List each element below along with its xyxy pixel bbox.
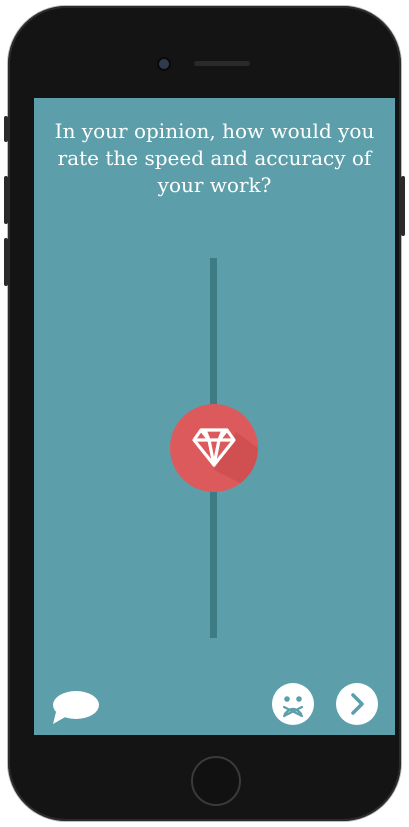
power-button bbox=[401, 176, 405, 236]
question-text: In your opinion, how would you rate the … bbox=[54, 119, 375, 197]
home-button[interactable] bbox=[191, 756, 241, 806]
next-button[interactable] bbox=[336, 683, 378, 725]
chevron-right-icon bbox=[351, 693, 364, 715]
mute-switch bbox=[4, 116, 8, 142]
skip-question-button[interactable] bbox=[272, 683, 314, 725]
sad-face-icon bbox=[282, 696, 304, 718]
volume-down-button bbox=[4, 238, 8, 286]
earpiece-speaker bbox=[194, 61, 250, 66]
survey-screen: In your opinion, how would you rate the … bbox=[34, 98, 395, 735]
diamond-icon bbox=[192, 428, 236, 467]
rating-slider-thumb[interactable] bbox=[170, 404, 258, 492]
speech-bubble-icon bbox=[53, 691, 99, 724]
volume-up-button bbox=[4, 176, 8, 224]
front-camera bbox=[159, 59, 169, 69]
chat-button[interactable] bbox=[50, 688, 100, 728]
